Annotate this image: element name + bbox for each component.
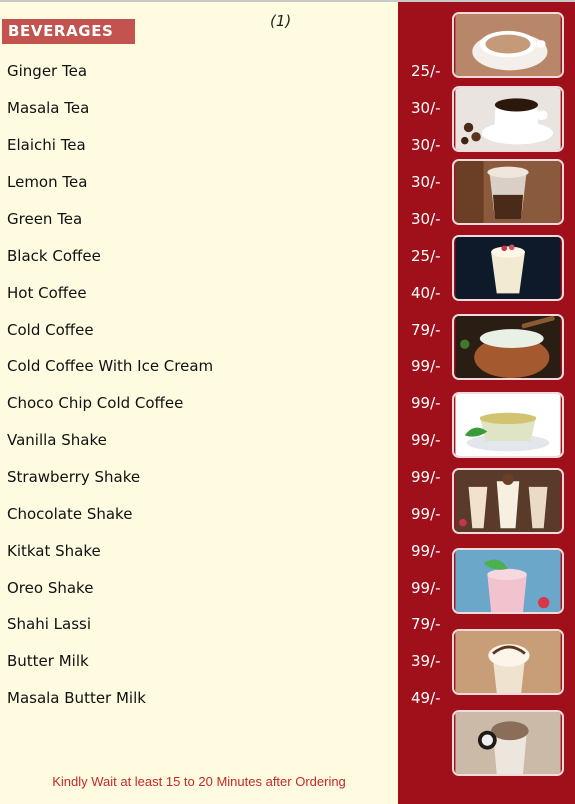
- menu-item-name: Oreo Shake: [7, 579, 94, 597]
- menu-item-price: 79/-: [411, 615, 441, 633]
- menu-item-name: Vanilla Shake: [7, 431, 107, 449]
- menu-item-price: 99/-: [411, 579, 441, 597]
- menu-item-price: 30/-: [411, 173, 441, 191]
- menu-item-price: 99/-: [411, 357, 441, 375]
- menu-item-name: Choco Chip Cold Coffee: [7, 394, 184, 412]
- strawberry-shake-photo: [452, 548, 564, 614]
- menu-item-name: Masala Butter Milk: [7, 689, 146, 707]
- menu-item-name: Cold Coffee: [7, 321, 94, 339]
- menu-item-name: Masala Tea: [7, 99, 90, 117]
- menu-item-price: 99/-: [411, 505, 441, 523]
- menu-item-name: Cold Coffee With Ice Cream: [7, 357, 214, 375]
- menu-item-name: Elaichi Tea: [7, 136, 86, 154]
- menu-item-price: 25/-: [411, 247, 441, 265]
- menu-item-name: Chocolate Shake: [7, 505, 133, 523]
- page-number: (1): [270, 12, 292, 30]
- menu-item-price: 30/-: [411, 210, 441, 228]
- menu-item-price: 30/-: [411, 136, 441, 154]
- dessert-shake-photo: [452, 235, 564, 301]
- menu-item-price: 99/-: [411, 394, 441, 412]
- menu-item-price: 40/-: [411, 284, 441, 302]
- menu-item-price: 79/-: [411, 321, 441, 339]
- menu-item-price: 49/-: [411, 689, 441, 707]
- menu-item-price: 39/-: [411, 652, 441, 670]
- menu-item-name: Strawberry Shake: [7, 468, 141, 486]
- cream-shake-photo: [452, 629, 564, 695]
- menu-item-price: 30/-: [411, 99, 441, 117]
- menu-item-name: Shahi Lassi: [7, 615, 92, 633]
- menu-item-name: Hot Coffee: [7, 284, 87, 302]
- ordering-wait-note: Kindly Wait at least 15 to 20 Minutes af…: [52, 774, 346, 789]
- green-tea-cup-photo: [452, 392, 564, 458]
- menu-item-name: Kitkat Shake: [7, 542, 101, 560]
- milkshakes-photo: [452, 468, 564, 534]
- section-title-badge: BEVERAGES: [2, 19, 135, 44]
- menu-item-price: 99/-: [411, 431, 441, 449]
- lassi-clay-pot-photo: [452, 314, 564, 380]
- iced-coffee-glass-photo: [452, 159, 564, 225]
- menu-item-name: Ginger Tea: [7, 62, 88, 80]
- oreo-shake-photo: [452, 710, 564, 776]
- menu-item-name: Lemon Tea: [7, 173, 88, 191]
- tea-cup-photo: [452, 12, 564, 78]
- top-divider: [0, 0, 575, 2]
- menu-item-name: Green Tea: [7, 210, 83, 228]
- menu-item-price: 25/-: [411, 62, 441, 80]
- menu-item-name: Butter Milk: [7, 652, 89, 670]
- menu-item-name: Black Coffee: [7, 247, 101, 265]
- menu-item-price: 99/-: [411, 542, 441, 560]
- menu-item-price: 99/-: [411, 468, 441, 486]
- black-coffee-cup-photo: [452, 86, 564, 152]
